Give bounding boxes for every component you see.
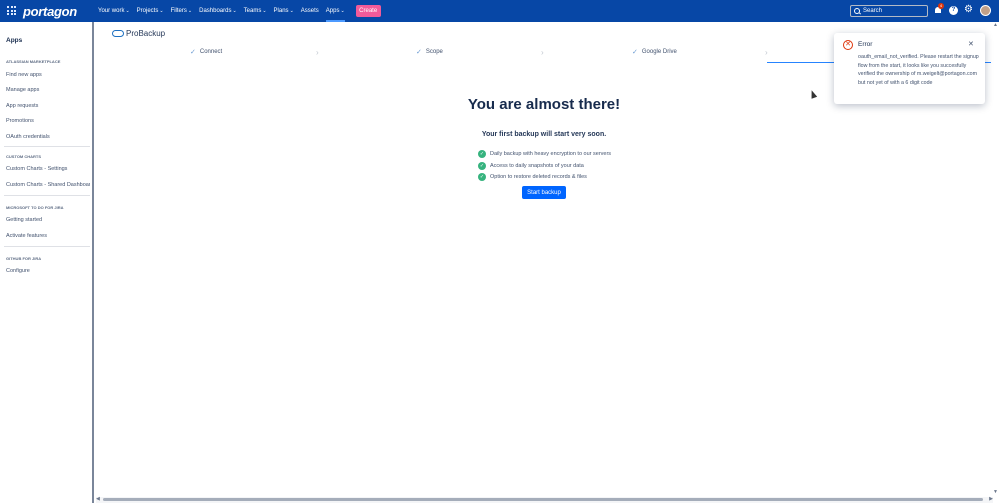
app-switcher-icon[interactable] — [7, 6, 16, 15]
check-circle-icon: ✓ — [478, 173, 486, 182]
error-icon: ✕ — [843, 40, 853, 50]
start-backup-button[interactable]: Start backup — [522, 186, 566, 199]
logo-text: portagon — [23, 3, 77, 19]
nav-label: Filters — [170, 8, 187, 14]
sidebar-item-oauth-credentials[interactable]: OAuth credentials — [6, 134, 90, 140]
chevron-down-icon: ⌄ — [232, 8, 237, 14]
scroll-up-icon[interactable]: ▲ — [993, 22, 998, 28]
sidebar-section-heading: CUSTOM CHARTS — [6, 154, 42, 159]
chevron-right-icon: › — [316, 48, 319, 57]
nav-label: Plans — [273, 8, 289, 14]
sidebar-title: Apps — [6, 37, 23, 44]
search-input[interactable]: Search — [850, 5, 928, 17]
sidebar-section-heading: ATLASSIAN MARKETPLACE — [6, 59, 61, 64]
sidebar-item-find-new-apps[interactable]: Find new apps — [6, 72, 90, 78]
cloud-icon — [112, 30, 124, 37]
primary-nav: Your work ⌄ Projects ⌄ Filters ⌄ Dashboards… — [98, 0, 381, 22]
error-toast: ✕ Error ✕ oauth_email_not_verified. Plea… — [834, 33, 985, 104]
nav-label: Your work — [98, 8, 125, 14]
toast-message: oauth_email_not_verified. Please restart… — [858, 54, 979, 86]
chevron-down-icon: ⌄ — [125, 8, 130, 14]
probackup-logo: ProBackup — [112, 29, 165, 38]
sidebar-item-app-requests[interactable]: App requests — [6, 103, 90, 109]
check-icon: ✓ — [632, 49, 638, 56]
step-google-drive[interactable]: ✓ Google Drive — [632, 48, 677, 56]
chevron-right-icon: › — [765, 48, 768, 57]
nav-projects[interactable]: Projects ⌄ — [137, 0, 164, 22]
portagon-logo[interactable]: portagon — [23, 3, 77, 19]
sidebar-divider — [4, 195, 90, 196]
chevron-down-icon: ⌄ — [262, 8, 267, 14]
chevron-down-icon: ⌄ — [289, 8, 294, 14]
check-icon: ✓ — [190, 49, 196, 56]
chevron-down-icon: ⌄ — [340, 8, 345, 14]
brand-name: ProBackup — [126, 29, 166, 38]
nav-label: Projects — [136, 8, 159, 14]
sidebar-divider — [4, 146, 90, 147]
search-placeholder: Search — [863, 8, 883, 14]
nav-dashboards[interactable]: Dashboards ⌄ — [199, 0, 237, 22]
step-label: Connect — [199, 49, 223, 55]
sidebar-item-custom-charts-shared-dashboards[interactable]: Custom Charts - Shared Dashboards — [6, 182, 90, 188]
nav-label: Assets — [300, 8, 319, 14]
feature-list: ✓ Daily backup with heavy encryption to … — [478, 148, 611, 183]
nav-label: Apps — [325, 8, 340, 14]
feature-text: Option to restore deleted records & file… — [490, 174, 587, 181]
scrollbar-thumb[interactable] — [103, 498, 983, 501]
list-item: ✓ Option to restore deleted records & fi… — [478, 171, 611, 183]
apps-sidebar: Apps ATLASSIAN MARKETPLACE Find new apps… — [0, 22, 94, 503]
feature-text: Access to daily snapshots of your data — [490, 162, 584, 169]
create-button[interactable]: Create — [355, 5, 381, 17]
notification-count-badge: 4 — [938, 3, 944, 9]
scroll-down-icon[interactable]: ▼ — [993, 489, 998, 495]
sidebar-item-custom-charts-settings[interactable]: Custom Charts - Settings — [6, 166, 90, 172]
search-icon — [854, 8, 860, 14]
page-subtitle: Your first backup will start very soon. — [481, 131, 607, 138]
scroll-left-icon[interactable]: ◀ — [96, 496, 100, 502]
sidebar-section-heading: MICROSOFT TO DO FOR JIRA — [6, 205, 64, 210]
nav-teams[interactable]: Teams ⌄ — [244, 0, 267, 22]
nav-filters[interactable]: Filters ⌄ — [171, 0, 193, 22]
chevron-down-icon: ⌄ — [187, 8, 193, 14]
nav-label: Teams — [243, 8, 262, 14]
nav-label: Dashboards — [199, 8, 232, 14]
close-icon[interactable]: ✕ — [968, 40, 974, 48]
step-label: Scope — [425, 49, 443, 55]
list-item: ✓ Access to daily snapshots of your data — [478, 160, 611, 172]
nav-plans[interactable]: Plans ⌄ — [274, 0, 294, 22]
avatar[interactable] — [980, 5, 991, 16]
scroll-right-icon[interactable]: ▶ — [989, 496, 993, 502]
sidebar-item-manage-apps[interactable]: Manage apps — [6, 87, 90, 93]
notifications-bell-icon[interactable]: 4 — [934, 3, 944, 15]
chevron-right-icon: › — [541, 48, 544, 57]
feature-text: Daily backup with heavy encryption to ou… — [490, 150, 612, 157]
step-scope[interactable]: ✓ Scope — [416, 48, 443, 56]
sidebar-item-promotions[interactable]: Promotions — [6, 118, 90, 124]
help-icon[interactable]: ? — [949, 6, 958, 15]
list-item: ✓ Daily backup with heavy encryption to … — [478, 148, 611, 160]
gear-icon[interactable]: ⚙ — [964, 5, 973, 15]
sidebar-item-getting-started[interactable]: Getting started — [6, 217, 90, 223]
check-circle-icon: ✓ — [478, 161, 486, 170]
sidebar-item-activate-features[interactable]: Activate features — [6, 233, 90, 239]
horizontal-scrollbar[interactable]: ◀ ▶ — [96, 496, 993, 503]
sidebar-section-heading: GITHUB FOR JIRA — [6, 256, 42, 261]
nav-apps[interactable]: Apps ⌄ — [325, 0, 345, 22]
sidebar-divider — [4, 246, 90, 247]
step-connect[interactable]: ✓ Connect — [190, 48, 222, 56]
step-label: Google Drive — [641, 49, 677, 55]
top-navigation-bar: portagon Your work ⌄ Projects ⌄ Filters ⌄ D… — [0, 0, 999, 22]
toast-title: Error — [858, 41, 873, 48]
sidebar-item-configure[interactable]: Configure — [6, 268, 90, 274]
check-icon: ✓ — [416, 49, 422, 56]
chevron-down-icon: ⌄ — [159, 8, 164, 14]
nav-your-work[interactable]: Your work ⌄ — [98, 0, 130, 22]
check-circle-icon: ✓ — [478, 149, 486, 158]
nav-assets[interactable]: Assets — [301, 0, 319, 22]
